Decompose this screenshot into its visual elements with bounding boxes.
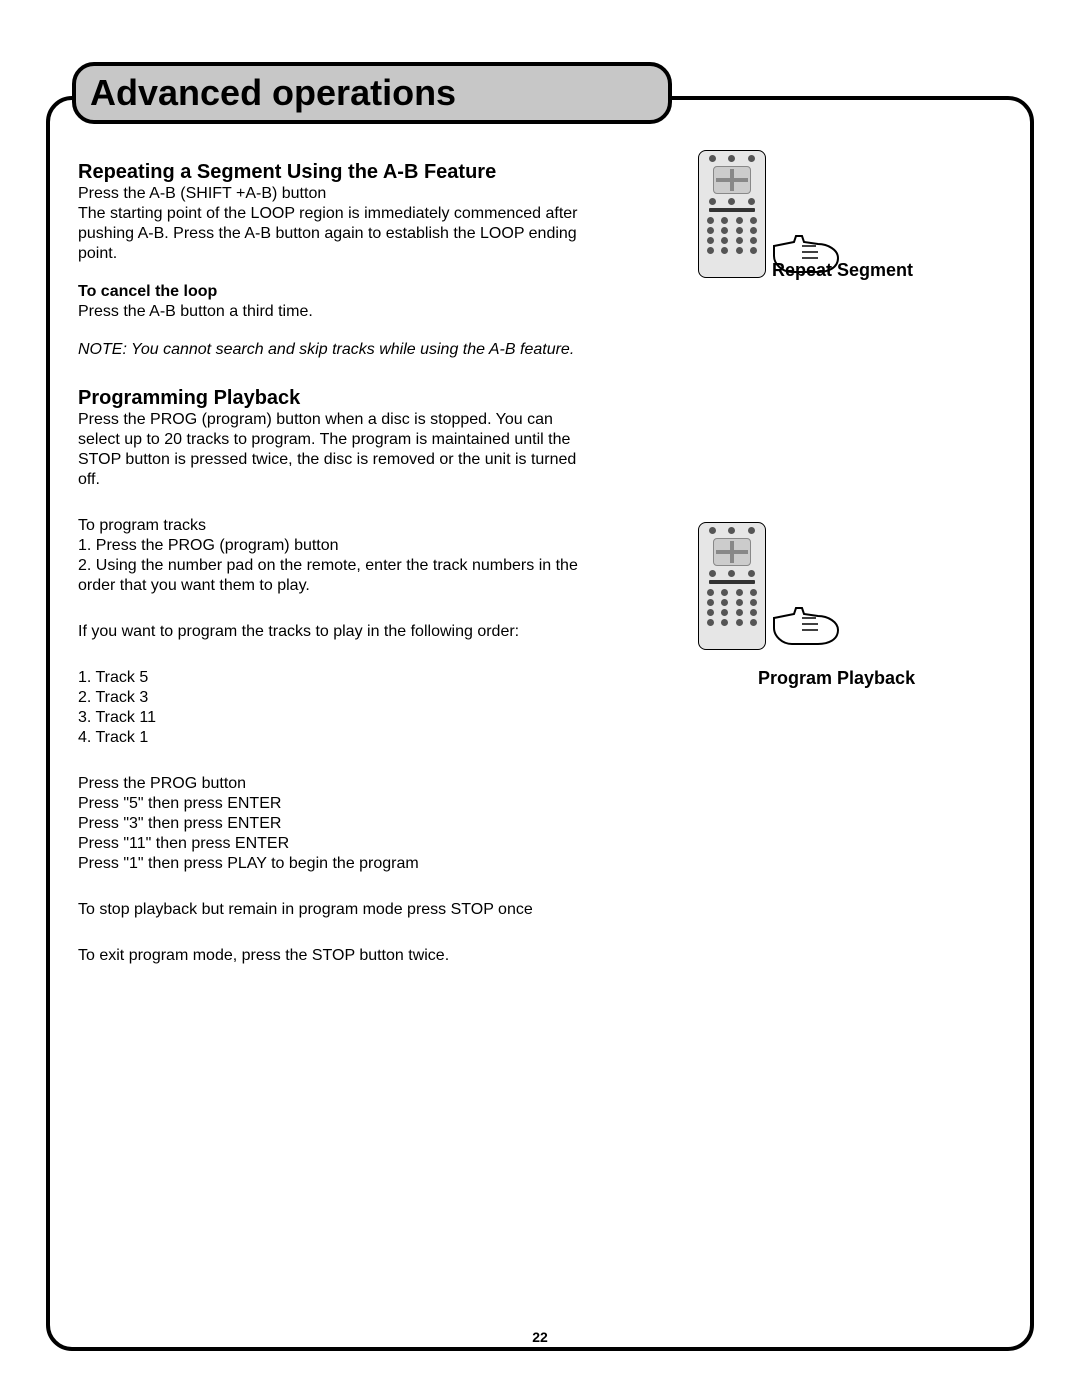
section-header-tab: Advanced operations xyxy=(72,62,672,124)
ab-instruction-2: The starting point of the LOOP region is… xyxy=(78,204,578,264)
remote-icon xyxy=(698,150,766,278)
content-area: Repeating a Segment Using the A-B Featur… xyxy=(78,160,1002,1317)
page-number: 22 xyxy=(0,1329,1080,1345)
text-column: Repeating a Segment Using the A-B Featur… xyxy=(78,160,578,1317)
stop-twice: To exit program mode, press the STOP but… xyxy=(78,946,578,966)
press-1: Press the PROG button xyxy=(78,774,578,794)
order-4: 4. Track 1 xyxy=(78,728,578,748)
ab-note: NOTE: You cannot search and skip tracks … xyxy=(78,340,578,360)
prog-order-intro: If you want to program the tracks to pla… xyxy=(78,622,578,642)
remote-illustration-repeat xyxy=(698,150,842,278)
cancel-loop-text: Press the A-B button a third time. xyxy=(78,302,578,322)
prog-step-1: 1. Press the PROG (program) button xyxy=(78,536,578,556)
section-title: Advanced operations xyxy=(90,72,456,114)
prog-step-2: 2. Using the number pad on the remote, e… xyxy=(78,556,578,596)
pointing-hand-icon xyxy=(772,600,842,650)
remote-icon xyxy=(698,522,766,650)
caption-repeat-segment: Repeat Segment xyxy=(772,260,913,281)
press-3: Press "3" then press ENTER xyxy=(78,814,578,834)
heading-programming-playback: Programming Playback xyxy=(78,386,578,410)
caption-program-playback: Program Playback xyxy=(758,668,915,689)
remote-illustration-program xyxy=(698,522,842,650)
press-5: Press "1" then press PLAY to begin the p… xyxy=(78,854,578,874)
press-2: Press "5" then press ENTER xyxy=(78,794,578,814)
ab-instruction-1: Press the A-B (SHIFT +A-B) button xyxy=(78,184,578,204)
illustration-column: Repeat Segment xyxy=(578,160,1002,1317)
prog-intro: Press the PROG (program) button when a d… xyxy=(78,410,578,490)
press-4: Press "11" then press ENTER xyxy=(78,834,578,854)
order-2: 2. Track 3 xyxy=(78,688,578,708)
prog-steps-intro: To program tracks xyxy=(78,516,578,536)
stop-once: To stop playback but remain in program m… xyxy=(78,900,578,920)
heading-repeat-segment: Repeating a Segment Using the A-B Featur… xyxy=(78,160,578,184)
manual-page: Advanced operations Repeating a Segment … xyxy=(0,0,1080,1397)
order-1: 1. Track 5 xyxy=(78,668,578,688)
order-3: 3. Track 11 xyxy=(78,708,578,728)
cancel-loop-heading: To cancel the loop xyxy=(78,282,578,302)
